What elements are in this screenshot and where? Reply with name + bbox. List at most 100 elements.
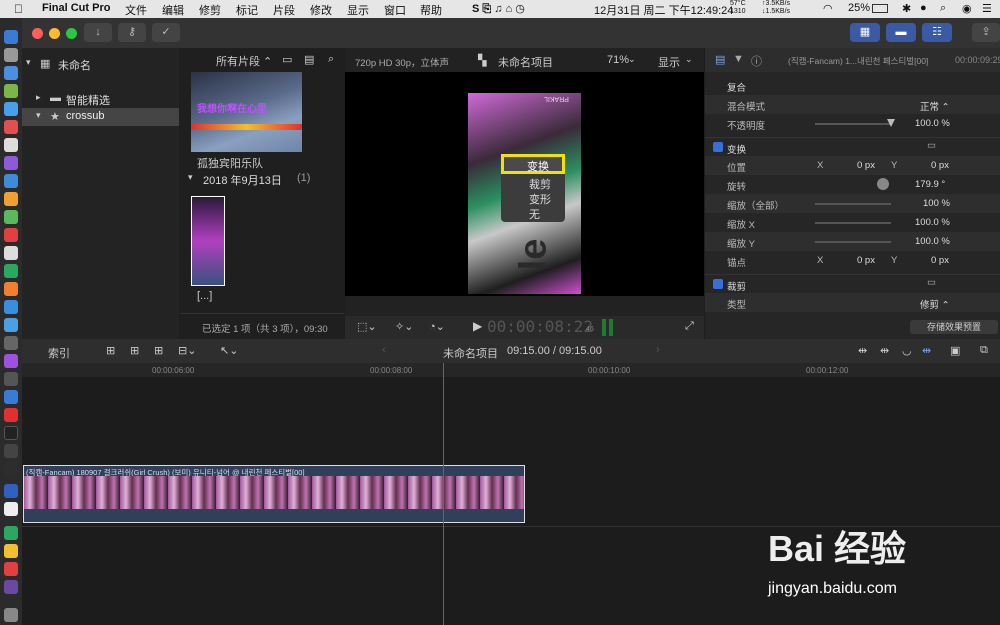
audio-skimming-icon[interactable]: ⇹ [880,344,889,357]
qq-icon[interactable] [4,300,18,314]
mail-icon[interactable] [4,102,18,116]
index-button[interactable]: 索引 [48,345,70,361]
menu-clip[interactable]: 片段 [273,2,295,18]
back-icon[interactable]: ‹ [382,344,386,356]
menu-trim[interactable]: 修剪 [199,2,221,18]
netease-icon[interactable] [4,562,18,576]
inspector-toggle-button[interactable]: ☷ [922,23,952,42]
menu-item-transform[interactable]: 变换 [501,154,565,174]
podcasts2-icon[interactable] [4,354,18,368]
appstore-icon[interactable] [4,174,18,188]
disclosure-icon[interactable]: ▾ [36,110,41,121]
music-icon[interactable] [4,228,18,242]
photos-icon[interactable] [4,246,18,260]
maps-icon[interactable] [4,210,18,224]
zoom-dropdown[interactable]: 71% [607,54,629,66]
snapping-icon[interactable]: ⇹ [922,344,931,357]
facetime-icon[interactable] [4,264,18,278]
weibo-icon[interactable] [4,544,18,558]
connect-clip-icon[interactable]: ⊞ [106,344,115,357]
wechat-icon[interactable] [4,84,18,98]
list-view-icon[interactable]: ▤ [304,53,314,66]
scale-y-slider[interactable] [815,241,891,243]
app-menu[interactable]: Final Cut Pro [42,2,110,14]
vivaldi-icon[interactable] [4,408,18,422]
dingtalk-icon[interactable] [4,318,18,332]
battery-icon[interactable] [872,4,888,13]
fcp-icon[interactable] [4,580,18,594]
status-icons[interactable]: S ⎘ ♫ ⌂ ◷ [472,2,525,16]
siri-icon[interactable]: ◉ [962,2,972,15]
settings-icon[interactable] [4,336,18,350]
yandex-icon[interactable] [4,502,18,516]
launchpad-icon[interactable] [4,48,18,62]
menu-help[interactable]: 帮助 [420,2,442,18]
spotlight-icon[interactable]: ⌕ [940,2,946,15]
podcast-icon[interactable] [4,156,18,170]
transform-onscreen-icon[interactable]: ▭ [927,140,936,151]
select-tool-icon[interactable]: ↖⌄ [220,344,238,357]
viewer-canvas[interactable]: PRAKIL le 变换 裁剪 变形 无 [345,72,704,296]
appletv-icon[interactable] [4,372,18,386]
wechat2-icon[interactable] [4,526,18,540]
clip-appearance-icon[interactable]: ▣ [950,344,960,357]
color-inspector-icon[interactable]: ▼ [733,53,744,65]
opacity-slider[interactable] [815,123,891,125]
menu-item-none[interactable]: 无 [529,206,540,222]
menu-item-crop[interactable]: 裁剪 [529,176,551,192]
search-icon[interactable]: ⌕ [328,53,334,66]
filmstrip-icon[interactable]: ▭ [282,53,292,66]
share-button[interactable]: ⇪ [972,23,1000,42]
enhance-icon[interactable]: ✧⌄ [395,320,413,333]
vpn-icon[interactable] [4,484,18,498]
menu-edit[interactable]: 编辑 [162,2,184,18]
disclosure-icon[interactable]: ▸ [36,92,41,103]
menu-window[interactable]: 窗口 [384,2,406,18]
terminal-icon[interactable] [4,426,18,440]
scale-x-slider[interactable] [815,222,891,224]
wifi-icon[interactable]: ◠ [823,2,833,15]
crop-type-dropdown[interactable]: 修剪 ⌃ [920,297,950,311]
speed-icon[interactable]: ◔⌄ [429,320,445,333]
user-icon[interactable]: ● [920,2,927,14]
clip-thumbnail-1[interactable]: 我想你啊在心里 [191,72,302,152]
menu-mark[interactable]: 标记 [236,2,258,18]
transform-checkbox[interactable] [713,142,723,152]
library-root[interactable]: ▾ ▦ 未命名 [26,56,176,72]
apple-icon[interactable]:  [14,2,23,16]
menu-modify[interactable]: 修改 [310,2,332,18]
play-button[interactable]: ▶ [473,319,482,333]
appstore2-icon[interactable] [4,390,18,404]
trash-icon[interactable] [4,608,18,622]
crop-checkbox[interactable] [713,279,723,289]
notification-icon[interactable]: ☰ [982,2,992,15]
finder-icon[interactable] [4,30,18,44]
menu-view[interactable]: 显示 [347,2,369,18]
calendar-icon[interactable] [4,138,18,152]
blend-mode-dropdown[interactable]: 正常 ⌃ [920,99,950,113]
video-inspector-icon[interactable]: ▤ [715,53,725,66]
forward-icon[interactable]: › [656,344,660,356]
headphones-icon[interactable]: ◡ [902,344,912,357]
datetime[interactable]: 12月31日 周二 下午12:49:24 [594,2,733,18]
chevron-down-icon[interactable]: ⌄ [628,54,636,65]
timeline-ruler[interactable]: 00:00:06:00 00:00:08:00 00:00:10:00 00:0… [22,363,1000,377]
unknown-icon[interactable] [4,462,18,476]
notes-icon[interactable] [4,192,18,206]
clip-filter-dropdown[interactable]: 所有片段 ⌃ [216,53,272,69]
library-item-crossub[interactable]: ▾ ★ crossub [22,108,179,126]
chrome-icon[interactable] [4,120,18,134]
scale-all-slider[interactable] [815,203,891,205]
keywords-button[interactable]: ⚷ [118,23,146,42]
save-preset-button[interactable]: 存储效果预置 [910,320,998,334]
close-button[interactable] [32,28,43,39]
activity-icon[interactable] [4,444,18,458]
clip-thumbnail-2[interactable] [191,196,225,286]
bluetooth-icon[interactable]: ✱ [902,2,911,15]
zoom-button[interactable] [66,28,77,39]
menu-item-distort[interactable]: 变形 [529,191,551,207]
crop-onscreen-icon[interactable]: ▭ [927,277,936,288]
safari-icon[interactable] [4,66,18,80]
books-icon[interactable] [4,282,18,296]
playhead[interactable] [443,363,444,625]
